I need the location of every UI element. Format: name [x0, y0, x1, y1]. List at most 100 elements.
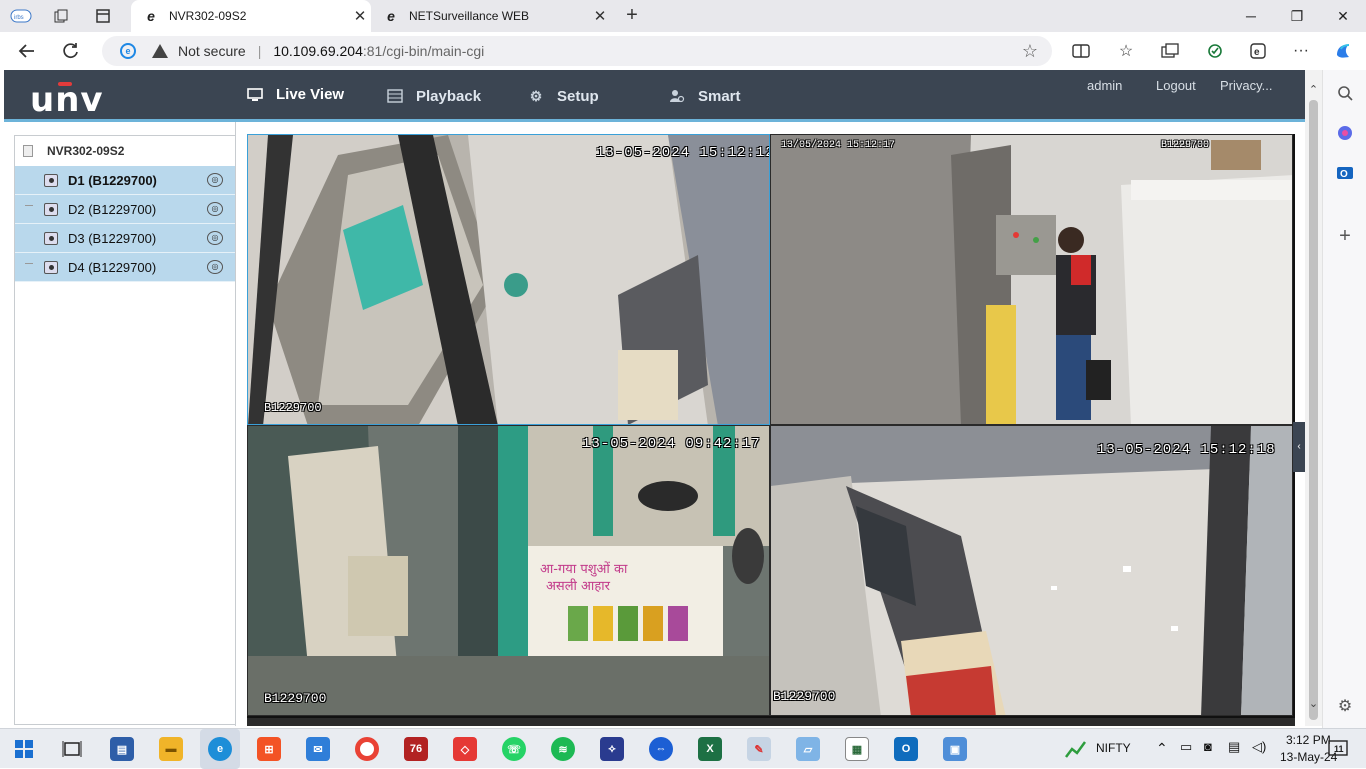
logout-link[interactable]: Logout: [1156, 78, 1196, 93]
microsoft-store-icon[interactable]: ⊞: [257, 737, 281, 761]
channel-item-d4[interactable]: D4 (B1229700) ◎: [15, 253, 235, 282]
browser-tab-strip: irbs e NVR302-09S2 ✕ e NETSurveillance W…: [0, 0, 1366, 32]
ptz-control-icon[interactable]: ◎: [207, 260, 223, 274]
favorite-star-icon[interactable]: ☆: [1022, 41, 1038, 62]
gear-icon: ⚙: [529, 87, 543, 104]
copilot-sidebar-icon[interactable]: [1334, 122, 1356, 144]
file-explorer-icon[interactable]: ▬: [159, 737, 183, 761]
remote-desktop-icon[interactable]: ▣: [943, 737, 967, 761]
username-link[interactable]: admin: [1087, 78, 1122, 93]
settings-gear-icon[interactable]: ⚙: [1334, 695, 1356, 717]
close-window-button[interactable]: ✕: [1320, 0, 1366, 32]
outlook-taskbar-icon[interactable]: O: [894, 737, 918, 761]
live-view-toolbar: [247, 718, 1295, 726]
add-sidebar-app-icon[interactable]: +: [1334, 225, 1356, 247]
channel-item-d2[interactable]: D2 (B1229700) ◎: [15, 195, 235, 224]
video-tile-4[interactable]: 13-05-2024 15:12:18 B1229700: [770, 425, 1293, 716]
tray-overflow-icon[interactable]: ⌃: [1156, 740, 1168, 757]
new-tab-button[interactable]: +: [620, 4, 644, 28]
stock-chart-icon[interactable]: [1064, 737, 1088, 761]
tab-title: NETSurveillance WEB: [409, 9, 530, 23]
refresh-button[interactable]: [56, 37, 86, 65]
clock-time[interactable]: 3:12 PM: [1286, 733, 1331, 747]
close-tab-icon[interactable]: ✕: [589, 7, 611, 25]
channel-label: D2 (B1229700): [68, 201, 157, 217]
ptz-control-icon[interactable]: ◎: [207, 202, 223, 216]
live-view-grid: 13-05-2024 15:12:12 B1229700 13/05/2024 …: [247, 134, 1295, 718]
tab-nvr[interactable]: e NVR302-09S2 ✕: [131, 0, 371, 32]
playback-grid-icon: [386, 87, 404, 105]
start-button[interactable]: [12, 737, 36, 761]
tab-netsurveillance[interactable]: e NETSurveillance WEB ✕: [371, 0, 611, 32]
privacy-link[interactable]: Privacy...: [1220, 78, 1273, 93]
scroll-thumb[interactable]: [1309, 100, 1318, 720]
nav-smart[interactable]: Smart: [668, 70, 741, 122]
network-icon[interactable]: ▤: [1228, 739, 1240, 755]
restore-button[interactable]: ❐: [1274, 0, 1320, 32]
anydesk-icon[interactable]: ◇: [453, 737, 477, 761]
warning-icon[interactable]: [152, 44, 168, 58]
extensions-icon[interactable]: [1204, 40, 1226, 62]
address-separator: |: [257, 43, 262, 59]
edge-browser-icon[interactable]: e: [208, 737, 232, 761]
video-tile-2[interactable]: 13/05/2024 15:12:17 B1229700: [770, 134, 1293, 425]
ie-mode-icon[interactable]: e: [120, 43, 136, 59]
channel-item-d3[interactable]: D3 (B1229700) ◎: [15, 224, 235, 253]
address-bar[interactable]: e Not secure | 10.109.69.204:81/cgi-bin/…: [102, 36, 1052, 66]
scroll-up-icon[interactable]: ⌃: [1305, 80, 1322, 100]
minimize-button[interactable]: ─: [1228, 0, 1274, 32]
whatsapp-icon[interactable]: ☏: [502, 737, 526, 761]
tree-divider: [235, 122, 236, 726]
nav-setup[interactable]: ⚙ Setup: [527, 70, 599, 122]
camera-icon: [44, 202, 58, 216]
tab-actions-icon[interactable]: [90, 4, 116, 28]
volume-icon[interactable]: ◁): [1252, 739, 1266, 755]
more-menu-icon[interactable]: ···: [1290, 40, 1312, 62]
excel-icon[interactable]: X: [698, 737, 722, 761]
close-tab-icon[interactable]: ✕: [349, 7, 371, 25]
split-screen-icon[interactable]: [1070, 40, 1092, 62]
tree-root-device[interactable]: NVR302-09S2: [15, 136, 235, 166]
spreadsheet-app-icon[interactable]: ▦: [845, 737, 869, 761]
video-tile-3[interactable]: आ-गया पशुओं का असली आहार 13-05-2024 09:4…: [247, 425, 770, 716]
camera-feed-image: आ-गया पशुओं का असली आहार: [248, 426, 769, 715]
paint-icon[interactable]: ✎: [747, 737, 771, 761]
workspaces-icon[interactable]: [48, 4, 74, 28]
chrome-icon[interactable]: [355, 737, 379, 761]
search-icon[interactable]: [1334, 82, 1356, 104]
battery-icon[interactable]: ▭: [1180, 739, 1192, 755]
video-tile-1[interactable]: 13-05-2024 15:12:12 B1229700: [247, 134, 770, 425]
channel-item-d1[interactable]: D1 (B1229700) ◎: [15, 166, 235, 195]
url-path: :81/cgi-bin/main-cgi: [362, 43, 485, 59]
pointer-app-icon[interactable]: ⟡: [600, 737, 624, 761]
nav-live-view[interactable]: Live View: [224, 70, 367, 122]
osd-timestamp: 13-05-2024 15:12:12: [596, 145, 770, 161]
channel-label: D4 (B1229700): [68, 259, 157, 275]
favorites-icon[interactable]: ☆: [1115, 40, 1137, 62]
ptz-control-icon[interactable]: ◎: [207, 231, 223, 245]
collapse-panel-icon[interactable]: ‹: [1293, 422, 1305, 472]
copilot-icon[interactable]: [1332, 40, 1354, 62]
outlook-icon[interactable]: O: [1334, 162, 1356, 184]
notes-app-icon[interactable]: ▱: [796, 737, 820, 761]
page-scrollbar[interactable]: ⌃ ⌄: [1305, 70, 1322, 726]
webcam-icon[interactable]: ◙: [1204, 739, 1212, 754]
nav-playback[interactable]: Playback: [386, 70, 481, 122]
ptz-control-icon[interactable]: ◎: [207, 173, 223, 187]
osd-timestamp: 13-05-2024 15:12:18: [1097, 442, 1276, 458]
security-status[interactable]: Not secure: [178, 43, 246, 59]
back-button[interactable]: [12, 37, 42, 65]
teamviewer-icon[interactable]: ⇔: [649, 737, 673, 761]
news-app-icon[interactable]: ▤: [110, 737, 134, 761]
notifications-icon[interactable]: 11: [1326, 737, 1350, 761]
ie-reload-icon[interactable]: e: [1247, 40, 1269, 62]
spotify-icon[interactable]: ≋: [551, 737, 575, 761]
tally-icon[interactable]: 76: [404, 737, 428, 761]
mail-icon[interactable]: ✉: [306, 737, 330, 761]
task-view-icon[interactable]: [60, 737, 84, 761]
collections-icon[interactable]: [1159, 40, 1181, 62]
scroll-down-icon[interactable]: ⌄: [1305, 694, 1322, 714]
stock-widget-label[interactable]: NIFTY: [1096, 741, 1131, 755]
osd-camera-id: B1229700: [1161, 140, 1210, 151]
profile-icon[interactable]: irbs: [8, 4, 34, 28]
